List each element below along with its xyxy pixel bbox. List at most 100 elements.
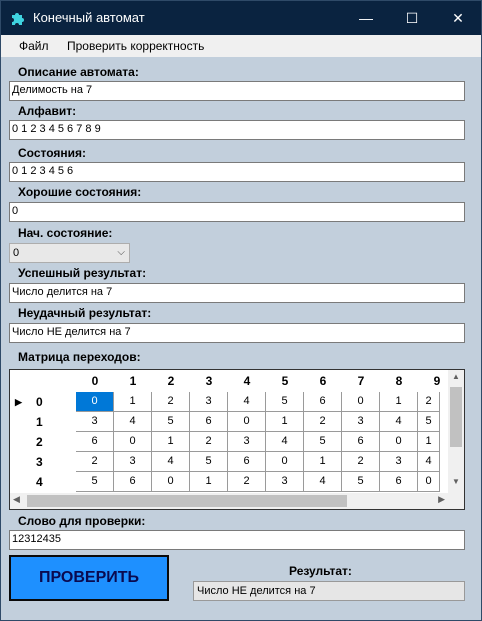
matrix-cell[interactable]: 5	[152, 412, 190, 432]
scroll-up-icon[interactable]: ▲	[448, 372, 464, 381]
check-button[interactable]: ПРОВЕРИТЬ	[9, 555, 169, 601]
matrix-cell[interactable]: 5	[304, 432, 342, 452]
matrix-cell[interactable]: 2	[76, 452, 114, 472]
column-header[interactable]: 2	[152, 370, 190, 392]
matrix-cell[interactable]: 0	[266, 452, 304, 472]
matrix-cell[interactable]: 5	[342, 472, 380, 492]
main-window: Конечный автомат — ☐ ✕ Файл Проверить ко…	[0, 0, 482, 621]
matrix-cell[interactable]: 2	[304, 412, 342, 432]
matrix-cell[interactable]: 1	[190, 472, 228, 492]
initial-state-select[interactable]: 0 ⌵	[9, 243, 130, 263]
matrix-cell[interactable]: 4	[304, 472, 342, 492]
matrix-cell[interactable]: 3	[266, 472, 304, 492]
matrix-cell[interactable]: 1	[266, 412, 304, 432]
states-input[interactable]: 0 1 2 3 4 5 6	[9, 162, 465, 182]
matrix-cell[interactable]: 3	[76, 412, 114, 432]
result-output: Число НЕ делится на 7	[193, 581, 465, 601]
puzzle-icon	[12, 13, 24, 25]
matrix-cell[interactable]: 5	[190, 452, 228, 472]
failure-input[interactable]: Число НЕ делится на 7	[9, 323, 465, 343]
matrix-cell[interactable]: 5	[418, 412, 440, 432]
row-header[interactable]: ▶ 0	[10, 392, 76, 412]
matrix-cell[interactable]: 4	[380, 412, 418, 432]
column-header[interactable]: 8	[380, 370, 418, 392]
horizontal-scroll-thumb[interactable]	[27, 495, 347, 507]
states-label: Состояния:	[18, 146, 87, 160]
alphabet-input[interactable]: 0 1 2 3 4 5 6 7 8 9	[9, 120, 465, 140]
matrix-cell[interactable]: 0	[152, 472, 190, 492]
matrix-cell[interactable]: 1	[304, 452, 342, 472]
initial-state-value: 0	[13, 247, 20, 259]
matrix-cell[interactable]: 6	[190, 412, 228, 432]
matrix-cell[interactable]: 5	[266, 392, 304, 412]
column-header[interactable]: 0	[76, 370, 114, 392]
good-states-input[interactable]: 0	[9, 202, 465, 222]
matrix-cell[interactable]: 3	[380, 452, 418, 472]
matrix-cell[interactable]: 1	[418, 432, 440, 452]
matrix-cell[interactable]: 0	[342, 392, 380, 412]
matrix-cell[interactable]: 3	[228, 432, 266, 452]
matrix-cell[interactable]: 6	[76, 432, 114, 452]
matrix-cell[interactable]: 2	[152, 392, 190, 412]
matrix-cell[interactable]: 1	[380, 392, 418, 412]
matrix-cell[interactable]: 4	[266, 432, 304, 452]
row-header-label: 3	[36, 455, 43, 469]
row-header[interactable]: 3	[10, 452, 76, 472]
chevron-down-icon: ⌵	[117, 247, 125, 258]
matrix-cell[interactable]: 0	[228, 412, 266, 432]
row-header-label: 0	[36, 395, 43, 409]
matrix-cell[interactable]: 6	[304, 392, 342, 412]
column-header[interactable]: 6	[304, 370, 342, 392]
scroll-right-icon[interactable]: ▶	[438, 494, 445, 505]
matrix-cell[interactable]: 0	[114, 432, 152, 452]
matrix-cell[interactable]: 2	[228, 472, 266, 492]
column-header[interactable]: 1	[114, 370, 152, 392]
matrix-cell[interactable]: 0	[418, 472, 440, 492]
vertical-scroll-thumb[interactable]	[450, 387, 462, 447]
maximize-button[interactable]: ☐	[389, 1, 435, 35]
menu-bar: Файл Проверить корректность	[1, 35, 481, 57]
matrix-cell[interactable]: 6	[342, 432, 380, 452]
result-label: Результат:	[289, 564, 352, 578]
scroll-down-icon[interactable]: ▼	[448, 477, 464, 486]
matrix-cell[interactable]: 6	[228, 452, 266, 472]
column-header[interactable]: 7	[342, 370, 380, 392]
matrix-cell[interactable]: 2	[190, 432, 228, 452]
success-input[interactable]: Число делится на 7	[9, 283, 465, 303]
matrix-cell[interactable]: 4	[418, 452, 440, 472]
matrix-cell[interactable]: 4	[152, 452, 190, 472]
matrix-cell[interactable]: 2	[342, 452, 380, 472]
matrix-cell[interactable]: 0	[76, 392, 114, 412]
matrix-cell[interactable]: 1	[152, 432, 190, 452]
matrix-cell[interactable]: 6	[114, 472, 152, 492]
row-header[interactable]: 2	[10, 432, 76, 452]
matrix-cell[interactable]: 3	[342, 412, 380, 432]
menu-file[interactable]: Файл	[19, 39, 49, 53]
matrix-cell[interactable]: 4	[228, 392, 266, 412]
matrix-cell[interactable]: 6	[380, 472, 418, 492]
matrix-cell[interactable]: 2	[418, 392, 440, 412]
horizontal-scrollbar[interactable]: ◀ ▶	[10, 493, 448, 509]
description-input[interactable]: Делимость на 7	[9, 81, 465, 101]
row-header[interactable]: 1	[10, 412, 76, 432]
matrix-cell[interactable]: 0	[380, 432, 418, 452]
column-header[interactable]: 3	[190, 370, 228, 392]
transition-matrix[interactable]: 0 1 2 3 4 5 6 7 8 9 ▶ 0 0 1 2 3 4 5 6 0 1 2 1 3 4 5 6 0 1 2 3 4 5 2 6 0 1 2 3 4…	[9, 369, 465, 510]
vertical-scrollbar[interactable]: ▲ ▼	[448, 370, 464, 493]
title-bar: Конечный автомат — ☐ ✕	[1, 1, 481, 35]
minimize-button[interactable]: —	[343, 1, 389, 35]
matrix-cell[interactable]: 5	[76, 472, 114, 492]
row-header[interactable]: 4	[10, 472, 76, 492]
matrix-cell[interactable]: 3	[190, 392, 228, 412]
close-button[interactable]: ✕	[435, 1, 481, 35]
column-header[interactable]: 4	[228, 370, 266, 392]
word-input[interactable]: 12312435	[9, 530, 465, 550]
menu-check-correctness[interactable]: Проверить корректность	[67, 39, 204, 53]
success-label: Успешный результат:	[18, 266, 147, 280]
matrix-cell[interactable]: 3	[114, 452, 152, 472]
matrix-cell[interactable]: 1	[114, 392, 152, 412]
column-header[interactable]: 5	[266, 370, 304, 392]
matrix-cell[interactable]: 4	[114, 412, 152, 432]
row-header-label: 2	[36, 435, 43, 449]
scroll-left-icon[interactable]: ◀	[13, 494, 20, 505]
